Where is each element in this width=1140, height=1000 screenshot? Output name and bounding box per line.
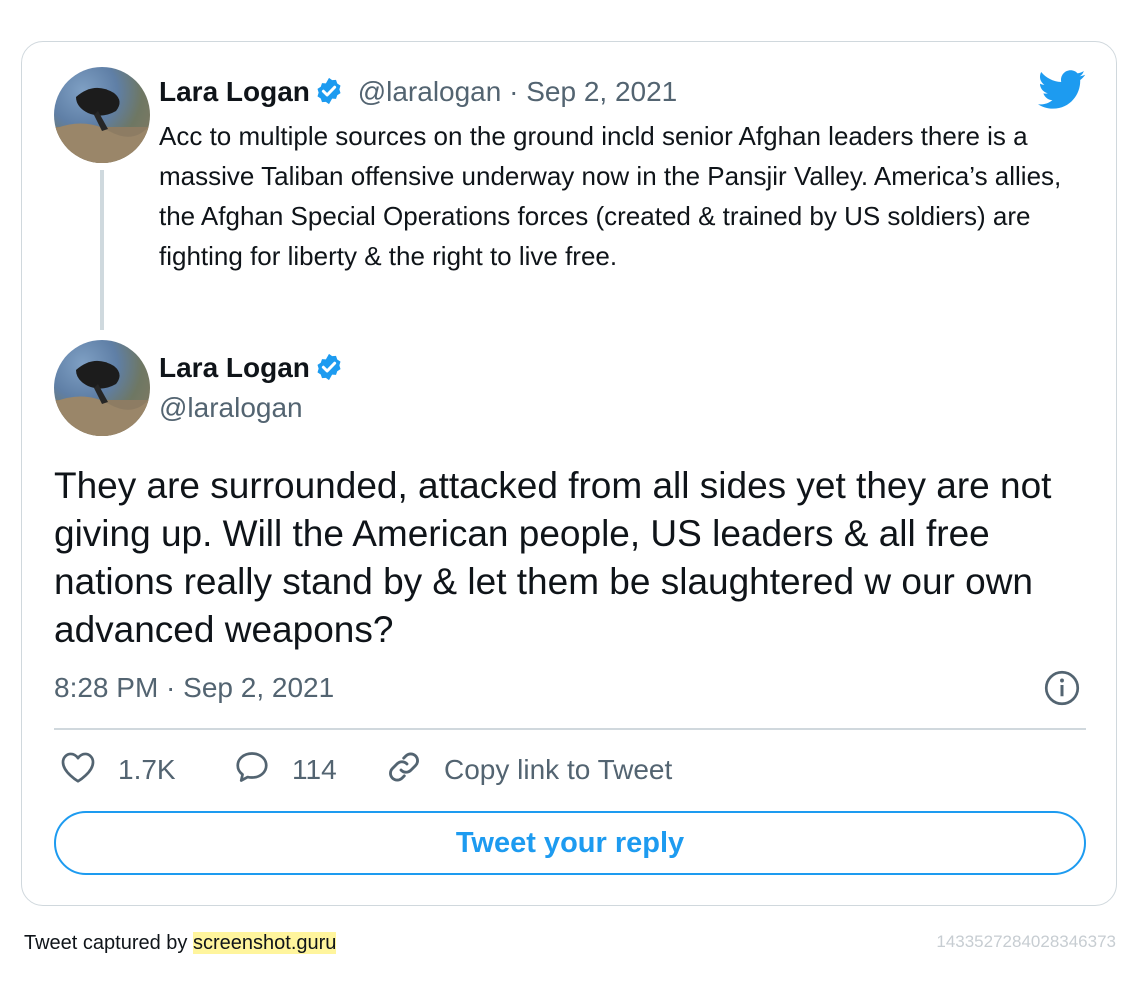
copy-link-action[interactable]: Copy link to Tweet — [386, 750, 672, 790]
main-handle[interactable]: @laralogan — [159, 388, 303, 428]
verified-badge-icon — [314, 352, 344, 382]
parent-author-name[interactable]: Lara Logan — [159, 76, 310, 107]
reply-count: 114 — [292, 754, 337, 785]
capture-credit: Tweet captured by screenshot.guru — [24, 932, 337, 955]
info-icon[interactable] — [1044, 670, 1080, 711]
parent-header: Lara Logan @laralogan · Sep 2, 2021 — [159, 72, 677, 112]
capture-site-link[interactable]: screenshot.guru — [192, 932, 337, 954]
parent-avatar[interactable] — [54, 67, 150, 163]
parent-date[interactable]: Sep 2, 2021 — [526, 76, 677, 107]
link-icon — [386, 749, 444, 792]
parent-tweet-text: Acc to multiple sources on the ground in… — [159, 121, 1062, 271]
thread-connector-line — [100, 170, 104, 330]
like-action[interactable]: 1.7K — [60, 750, 176, 790]
tweet-timestamp[interactable]: 8:28 PM · Sep 2, 2021 — [54, 668, 334, 708]
like-count: 1.7K — [118, 754, 176, 785]
verified-badge-icon — [314, 76, 344, 106]
reply-action[interactable]: 114 — [234, 750, 337, 790]
copy-link-label: Copy link to Tweet — [444, 754, 673, 785]
main-author-name[interactable]: Lara Logan — [159, 352, 310, 383]
tweet-id: 1433527284028346373 — [936, 932, 1116, 951]
comment-icon — [234, 750, 292, 791]
parent-handle[interactable]: @laralogan — [358, 76, 502, 107]
tweet-your-reply-button[interactable]: Tweet your reply — [54, 811, 1086, 875]
parent-separator: · — [509, 76, 519, 107]
twitter-bird-icon[interactable] — [1038, 70, 1086, 115]
capture-credit-prefix: Tweet captured by — [24, 932, 193, 954]
main-author-header: Lara Logan — [159, 348, 344, 388]
main-tweet-text: They are surrounded, attacked from all s… — [54, 465, 1052, 650]
heart-icon — [60, 750, 118, 791]
tweet-card: Lara Logan @laralogan · Sep 2, 2021 Acc … — [21, 41, 1117, 906]
main-avatar[interactable] — [54, 340, 150, 436]
divider — [54, 728, 1086, 730]
